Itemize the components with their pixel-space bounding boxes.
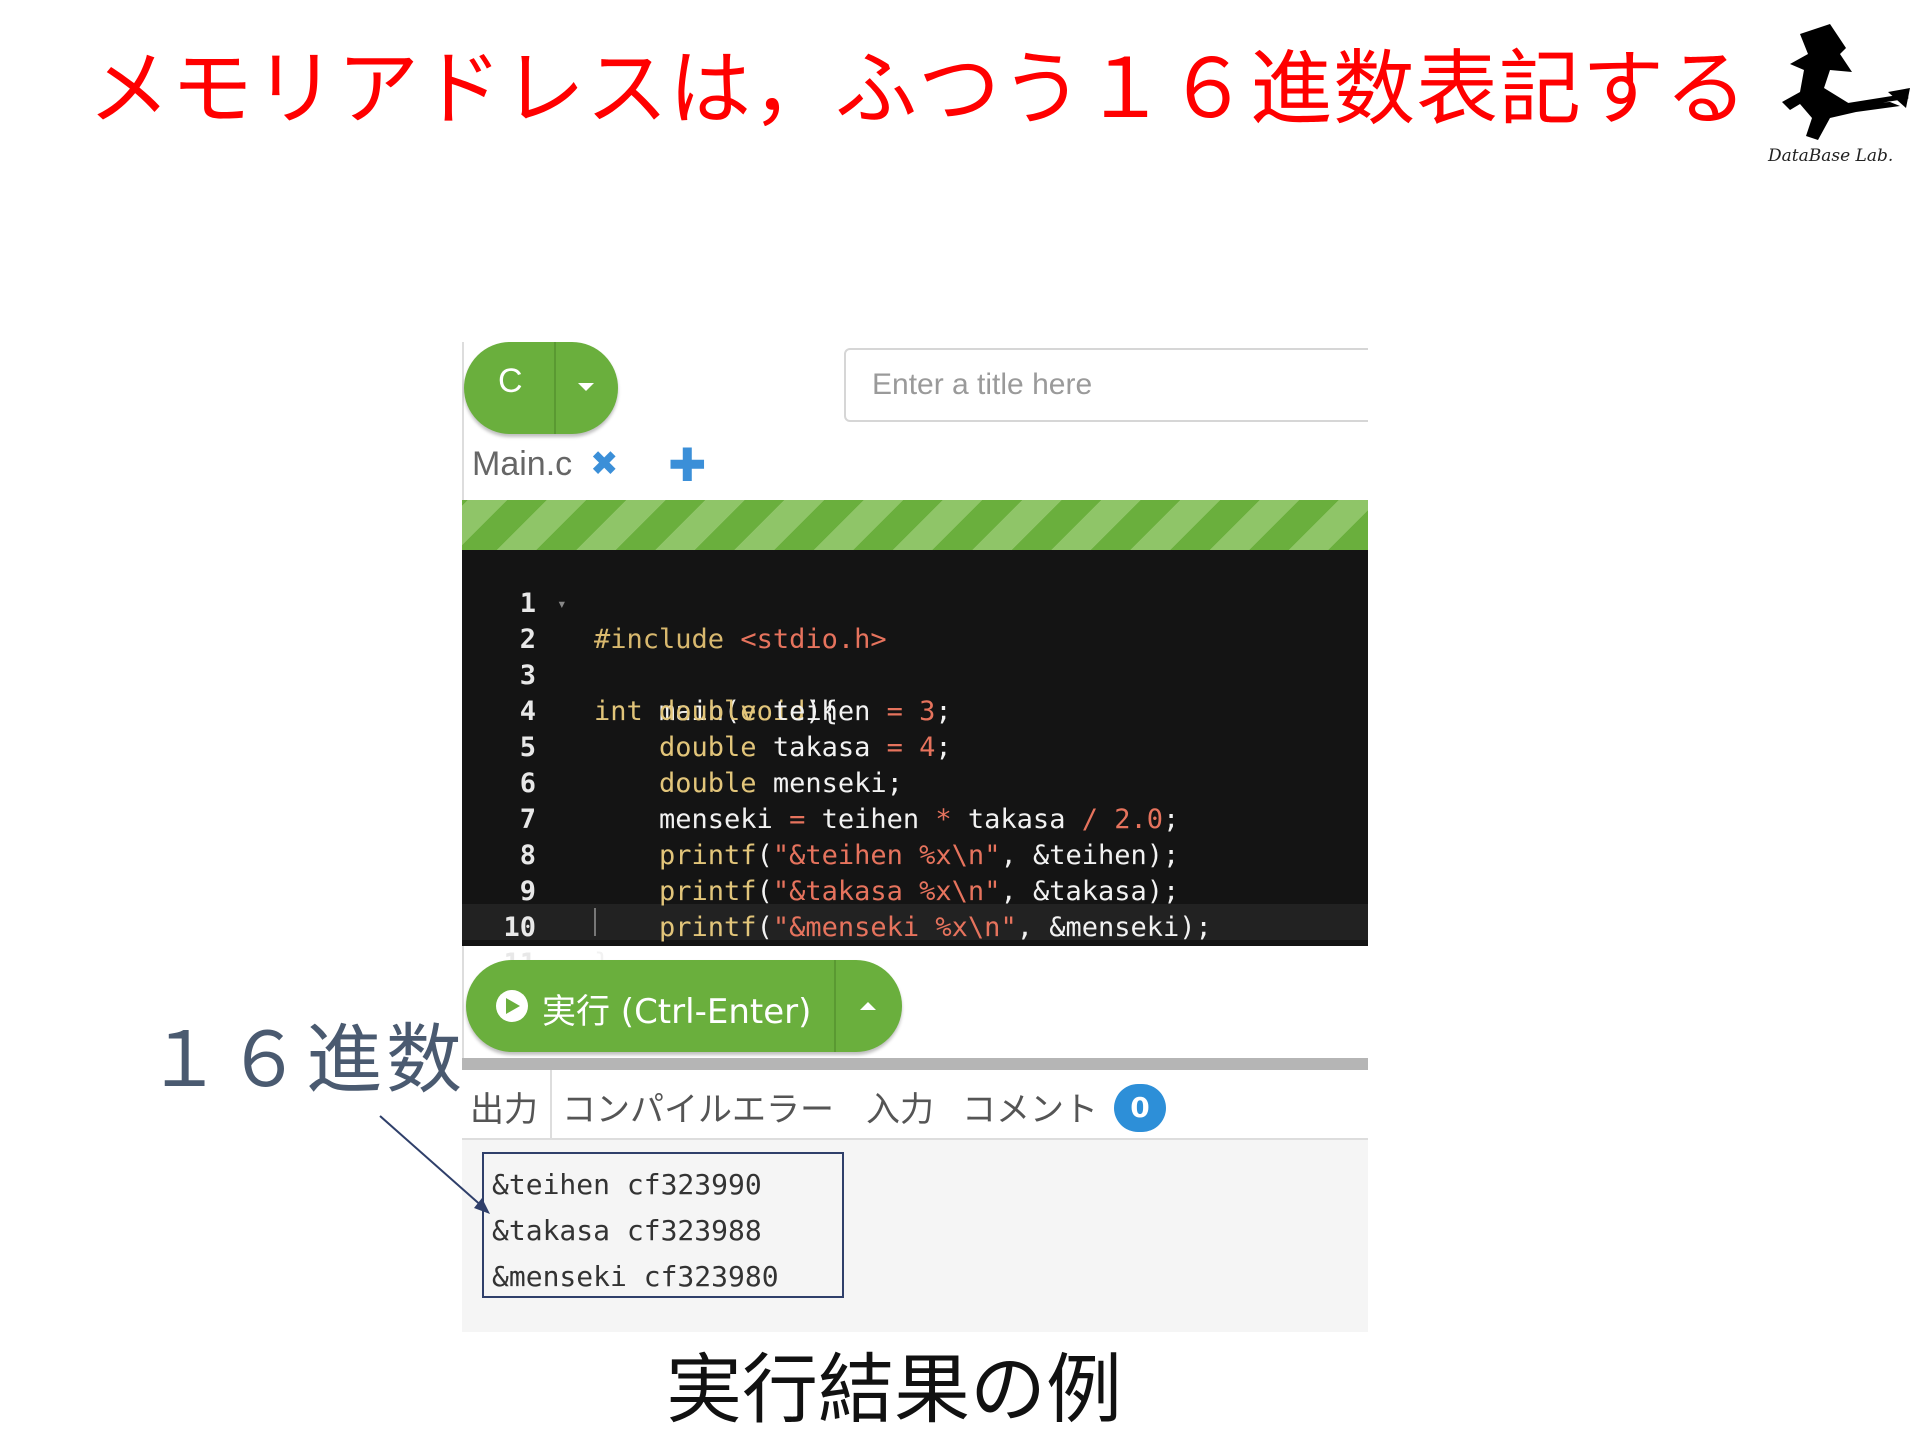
chevron-down-icon[interactable] (578, 383, 594, 391)
run-button-label: 実行 (Ctrl-Enter) (542, 992, 812, 1032)
code-runner-screenshot: C Main.c ✖ ✚ 1 #include <stdio.h> 2 ▾ in… (462, 342, 1368, 1332)
output-line: &teihen cf323990 (492, 1168, 762, 1201)
output-line: &takasa cf323988 (492, 1214, 762, 1247)
language-dropdown-button[interactable]: C (464, 342, 618, 434)
chevron-up-icon[interactable] (860, 1002, 876, 1010)
close-icon[interactable]: ✖ (590, 444, 619, 484)
code-line: 1 #include <stdio.h> (462, 550, 1368, 655)
caption: 実行結果の例 (666, 1345, 1122, 1434)
slide-title: メモリアドレスは，ふつう１６進数表記する (88, 42, 1749, 137)
code-line: 8 printf("&takasa %x\n", &takasa); (462, 802, 1368, 907)
tab-comment[interactable]: コメント (962, 1082, 1098, 1131)
annotation-arrow-icon (379, 1115, 490, 1214)
code-editor[interactable]: 1 #include <stdio.h> 2 ▾ int main(void){… (462, 550, 1368, 979)
panel-divider (462, 1058, 1368, 1070)
tab-compile-error[interactable]: コンパイルエラー (562, 1082, 834, 1131)
language-label: C (498, 362, 523, 400)
code-line: 4 double takasa = 4; (462, 658, 1368, 763)
code-line: 2 ▾ int main(void){ (462, 586, 1368, 727)
code-line: 10 } (462, 874, 1368, 979)
code-line: 6 menseki = teihen * takasa / 2.0; (462, 730, 1368, 835)
output-tabs: 出力 コンパイルエラー 入力 コメント 0 (462, 1070, 1368, 1140)
run-button[interactable]: 実行 (Ctrl-Enter) (466, 960, 902, 1052)
code-line: 11 (462, 910, 1368, 979)
language-divider (554, 342, 556, 434)
code-line: 9 printf("&menseki %x\n", &menseki); (462, 838, 1368, 943)
code-line: 5 double menseki; (462, 694, 1368, 799)
output-line: &menseki cf323980 (492, 1260, 779, 1293)
comment-count-badge: 0 (1114, 1084, 1166, 1132)
add-file-icon[interactable]: ✚ (668, 438, 707, 492)
code-line: 3 double teihen = 3; (462, 622, 1368, 727)
editor-progress-stripe (462, 500, 1368, 550)
code-line: 7 printf("&teihen %x\n", &teihen); (462, 766, 1368, 871)
tab-input[interactable]: 入力 (866, 1082, 934, 1131)
file-tab-main-c[interactable]: Main.c (472, 445, 572, 484)
logo-text: DataBase Lab. (1768, 146, 1894, 166)
fold-arrow-icon[interactable]: ▾ (557, 586, 567, 622)
hex-annotation: １６進数 (146, 1015, 466, 1104)
play-circle-icon (496, 990, 528, 1022)
run-divider (834, 960, 836, 1052)
title-input[interactable] (844, 348, 1368, 422)
